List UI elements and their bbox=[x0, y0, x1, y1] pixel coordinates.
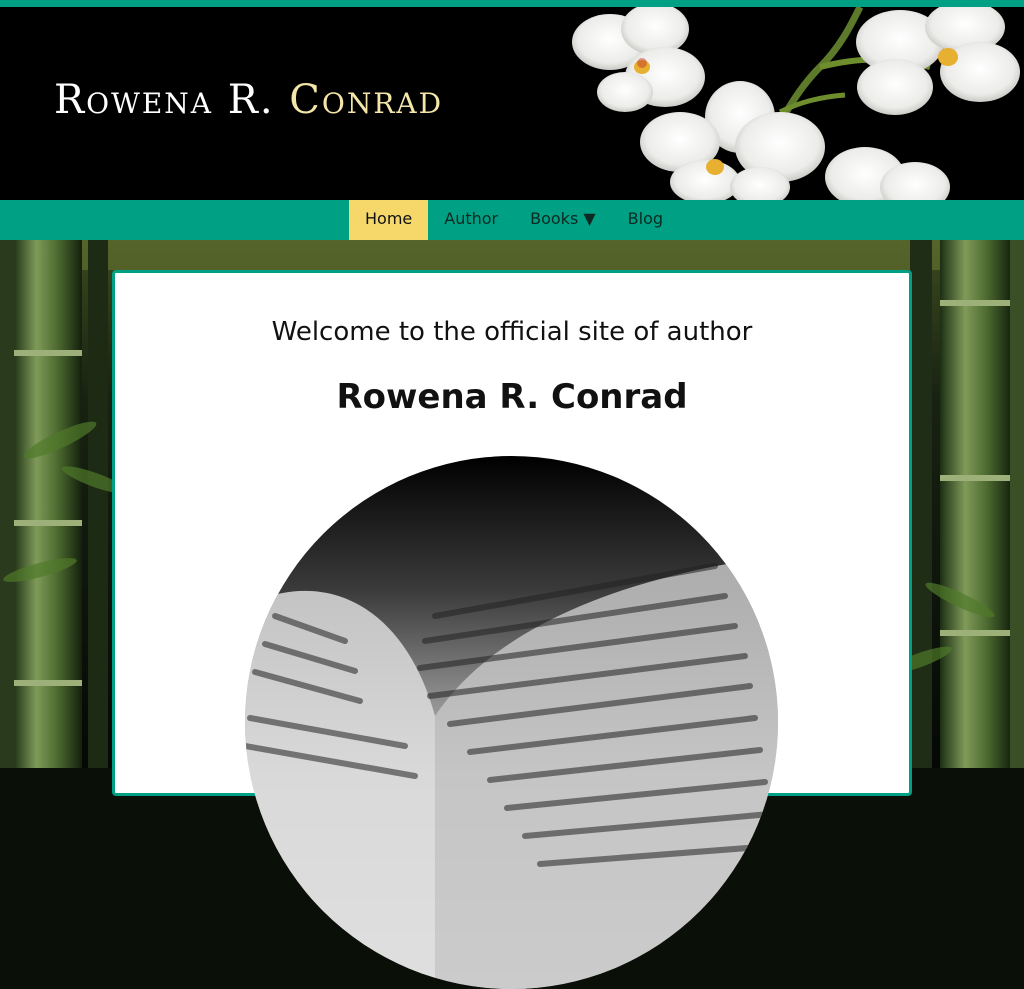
author-name-heading: Rowena R. Conrad bbox=[336, 377, 688, 417]
nav-item-author[interactable]: Author bbox=[428, 200, 514, 240]
book-hero-image bbox=[245, 456, 778, 989]
nav-item-blog[interactable]: Blog bbox=[612, 200, 679, 240]
site-title-last: Conrad bbox=[289, 77, 444, 123]
orchid-header-image bbox=[572, 7, 1020, 200]
main-content: Welcome to the official site of author R… bbox=[112, 270, 912, 989]
site-title[interactable]: Rowena R. Conrad bbox=[54, 77, 443, 123]
nav-menu: Home Author Books ▼ Blog bbox=[349, 200, 679, 240]
top-accent-bar bbox=[0, 0, 1024, 7]
site-title-first: Rowena R. bbox=[54, 77, 275, 123]
site-header: Rowena R. Conrad bbox=[0, 7, 1024, 200]
nav-item-home[interactable]: Home bbox=[349, 200, 429, 240]
main-navbar: Home Author Books ▼ Blog bbox=[0, 200, 1024, 240]
nav-item-books[interactable]: Books ▼ bbox=[514, 200, 612, 240]
welcome-text: Welcome to the official site of author bbox=[271, 317, 753, 347]
